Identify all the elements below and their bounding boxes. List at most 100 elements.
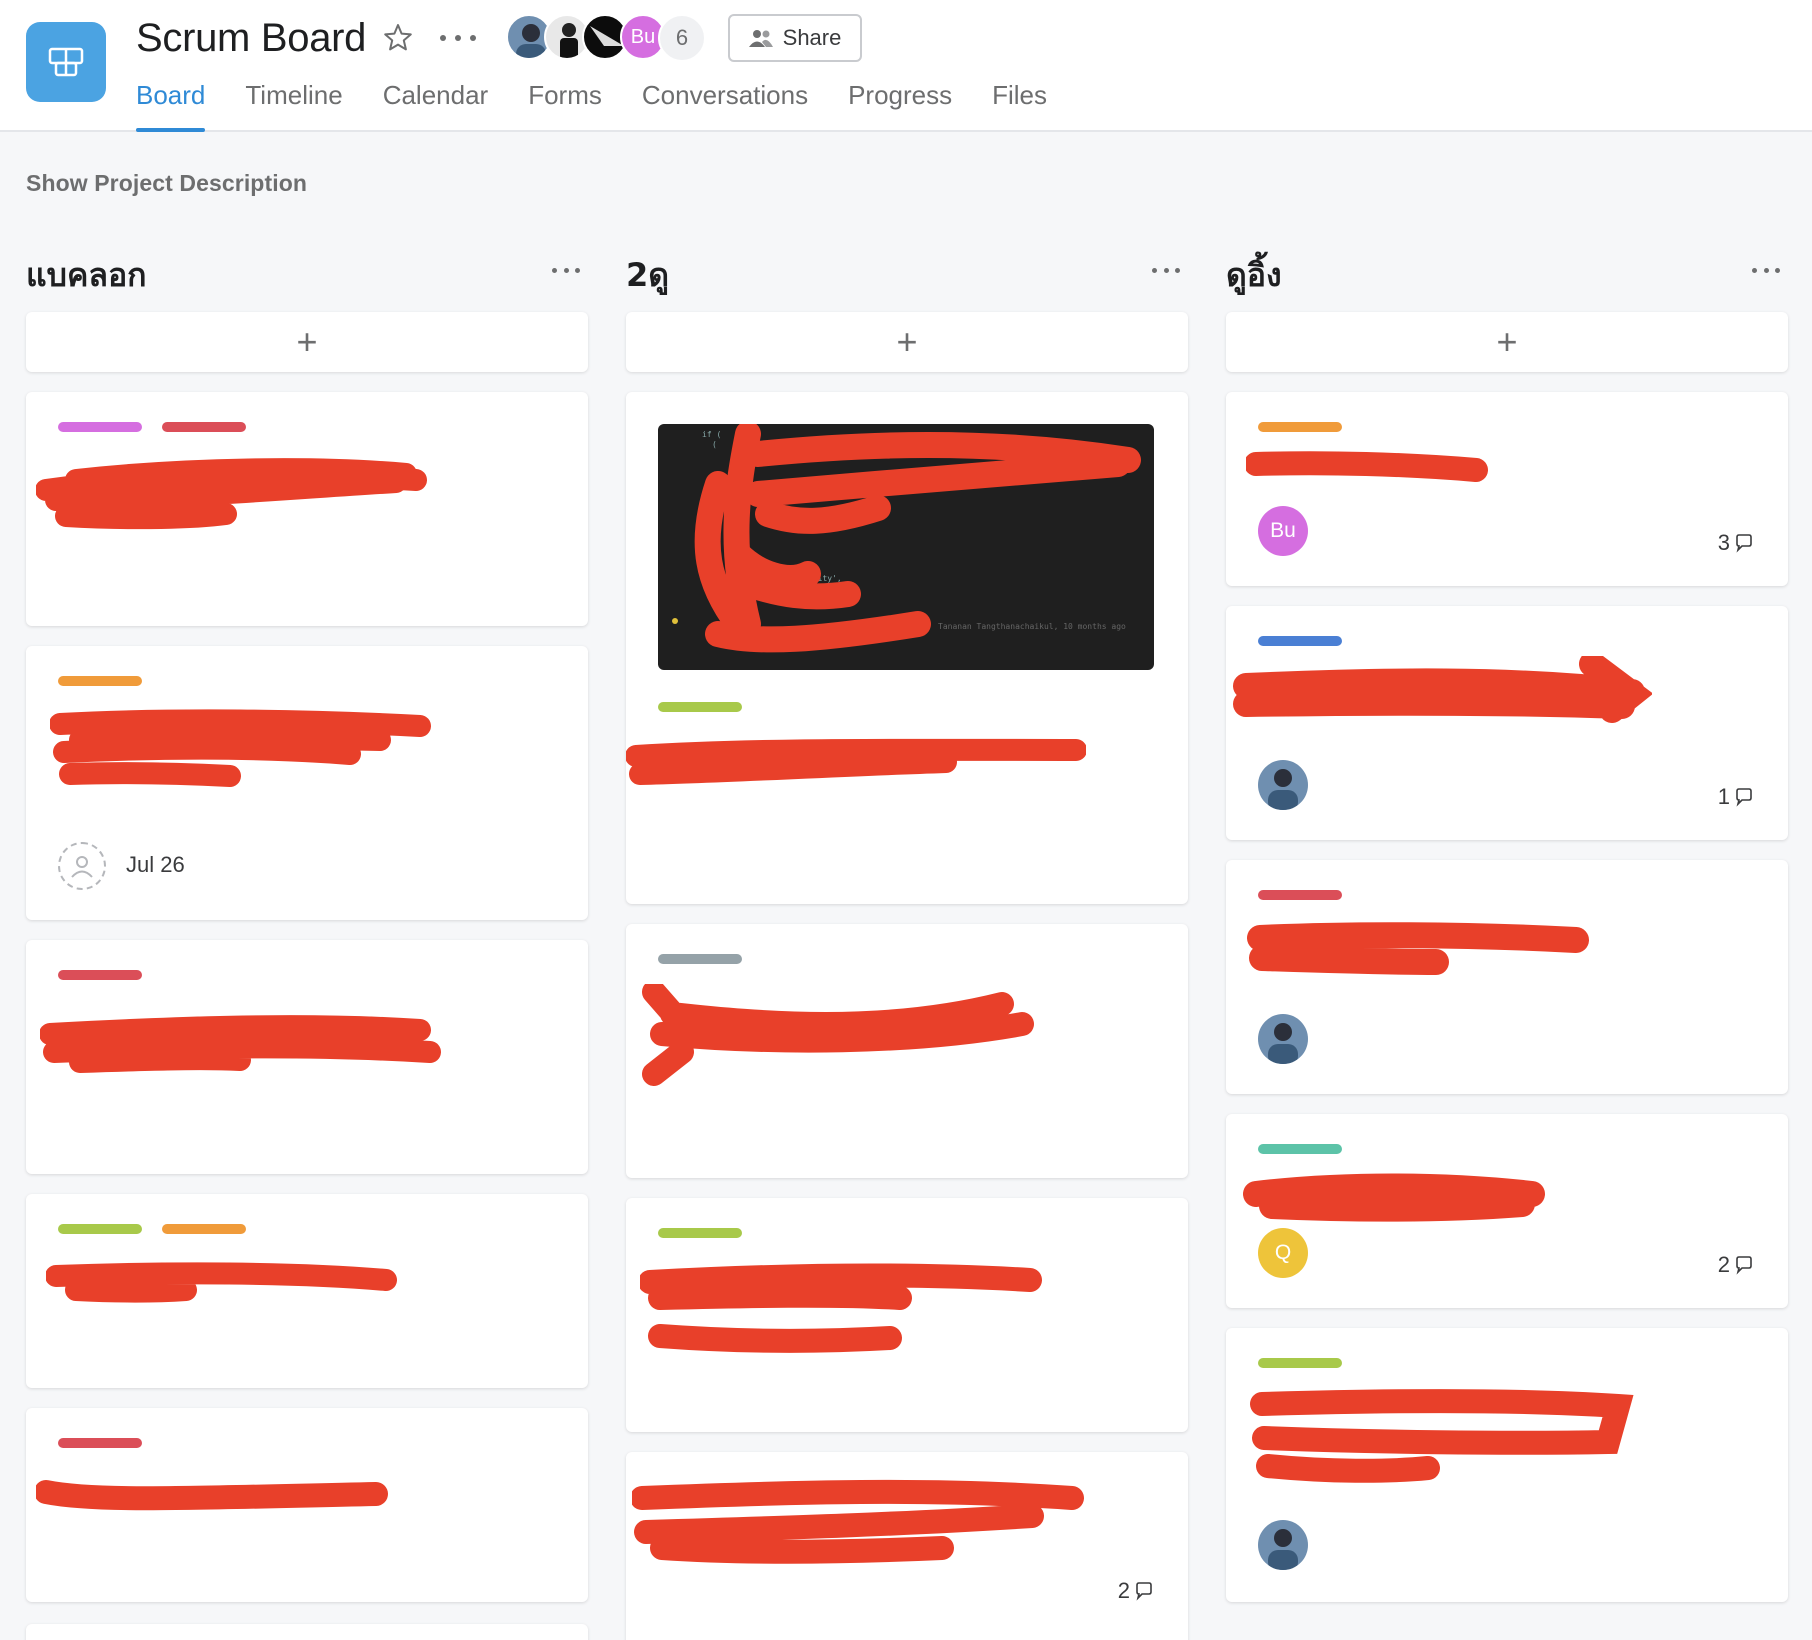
redacted-text [46, 1262, 397, 1303]
tag-pill [658, 954, 742, 964]
redacted-text [50, 709, 431, 787]
card-tags [1258, 1144, 1342, 1154]
column-menu-icon[interactable] [1152, 268, 1180, 276]
column-title[interactable]: แบคลอก [26, 250, 147, 301]
people-icon [748, 30, 773, 47]
assignee-avatar[interactable]: Q [1258, 1228, 1308, 1278]
task-card[interactable] [26, 392, 588, 626]
tab-progress[interactable]: Progress [848, 76, 952, 132]
redacted-text [626, 738, 1086, 785]
redacted-text [40, 1015, 441, 1073]
comment-count[interactable]: 2 [1118, 1578, 1154, 1604]
comment-icon [1736, 788, 1752, 807]
comment-icon [1736, 1256, 1752, 1275]
tag-pill [162, 422, 246, 432]
share-button[interactable]: Share [728, 14, 862, 62]
column-menu-icon[interactable] [552, 268, 580, 276]
card-cover-image[interactable]: if ( ( oa') ntity', Tananan Tangthanacha… [658, 424, 1154, 670]
card-tags [1258, 636, 1342, 646]
page-title[interactable]: Scrum Board [136, 16, 366, 61]
tab-conversations[interactable]: Conversations [642, 76, 808, 132]
task-card[interactable] [1226, 860, 1788, 1094]
tag-pill [1258, 422, 1342, 432]
member-count[interactable]: 6 [658, 14, 706, 62]
assignee-avatar[interactable] [1258, 760, 1308, 810]
star-icon[interactable] [382, 22, 414, 54]
tab-calendar[interactable]: Calendar [383, 76, 489, 132]
add-task-button[interactable]: + [1226, 312, 1788, 372]
tag-pill [58, 422, 142, 432]
card-tags [58, 676, 142, 686]
board-column: ดูอิ้ง + Bu 3 1 Q 2 [1226, 250, 1788, 1602]
tag-pill [658, 1228, 742, 1238]
tag-pill [1258, 1144, 1342, 1154]
board-column: แบคลอก + Jul 26 [26, 250, 588, 1640]
task-card[interactable]: 2 [626, 1452, 1188, 1640]
assignee-avatar[interactable]: Bu [1258, 506, 1308, 556]
card-tags [658, 954, 742, 964]
tag-pill [58, 1224, 142, 1234]
card-tags [658, 1228, 742, 1238]
card-tags [1258, 1358, 1342, 1368]
tab-timeline[interactable]: Timeline [245, 76, 342, 132]
column-title[interactable]: 2ดู [626, 250, 669, 301]
redacted-text [642, 984, 1034, 1086]
redacted-text [640, 1263, 1042, 1353]
tab-forms[interactable]: Forms [528, 76, 602, 132]
column-header: แบคลอก [26, 250, 588, 296]
tag-pill [1258, 890, 1342, 900]
task-card[interactable] [26, 940, 588, 1174]
tab-files[interactable]: Files [992, 76, 1047, 132]
task-card[interactable]: Q 2 [1226, 1114, 1788, 1308]
redacted-text [1243, 1173, 1545, 1222]
task-card[interactable] [626, 1198, 1188, 1432]
task-card[interactable] [626, 924, 1188, 1178]
comment-icon [1136, 1582, 1152, 1601]
redacted-text [36, 458, 427, 530]
redacted-text [36, 1480, 388, 1511]
assignee-avatar[interactable] [1258, 1520, 1308, 1570]
redacted-text [1247, 922, 1589, 975]
assignee-avatar[interactable] [1258, 1014, 1308, 1064]
column-title[interactable]: ดูอิ้ง [1226, 250, 1282, 301]
tab-board[interactable]: Board [136, 76, 206, 132]
comment-icon [1736, 534, 1752, 553]
comment-count-value: 3 [1717, 530, 1730, 555]
tag-pill [58, 970, 142, 980]
task-card[interactable]: if ( ( oa') ntity', Tananan Tangthanacha… [626, 392, 1188, 904]
tag-pill [162, 1224, 246, 1234]
card-tags [58, 422, 246, 432]
comment-count-value: 1 [1717, 784, 1730, 809]
redacted-text [1246, 451, 1488, 482]
comment-count[interactable]: 2 [1718, 1252, 1754, 1278]
card-tags [58, 1438, 142, 1448]
comment-count[interactable]: 1 [1718, 784, 1754, 810]
column-header: 2ดู [626, 250, 1188, 296]
task-card[interactable]: 1 [1226, 606, 1788, 840]
task-card[interactable] [26, 1408, 588, 1602]
add-task-button[interactable]: + [626, 312, 1188, 372]
unassigned-avatar-icon[interactable] [58, 842, 106, 890]
task-card[interactable] [26, 1624, 588, 1640]
board-column: 2ดู + if ( ( oa') ntity', Tananan Tangth… [626, 250, 1188, 1640]
redacted-text [1233, 656, 1652, 723]
tag-pill [658, 702, 742, 712]
card-tags [1258, 422, 1342, 432]
tag-pill [58, 676, 142, 686]
due-date[interactable]: Jul 26 [126, 852, 185, 878]
comment-count-value: 2 [1717, 1252, 1730, 1277]
board-icon[interactable] [26, 22, 106, 102]
column-menu-icon[interactable] [1752, 268, 1780, 276]
column-header: ดูอิ้ง [1226, 250, 1788, 296]
task-card[interactable]: Bu 3 [1226, 392, 1788, 586]
comment-count[interactable]: 3 [1718, 530, 1754, 556]
more-options-icon[interactable] [440, 24, 476, 52]
add-task-button[interactable]: + [26, 312, 588, 372]
redacted-text [1250, 1389, 1634, 1483]
task-card[interactable]: Jul 26 [26, 646, 588, 920]
show-project-description-link[interactable]: Show Project Description [26, 170, 307, 197]
redacted-text [632, 1479, 1084, 1564]
task-card[interactable] [26, 1194, 588, 1388]
task-card[interactable] [1226, 1328, 1788, 1602]
card-tags [658, 702, 742, 712]
